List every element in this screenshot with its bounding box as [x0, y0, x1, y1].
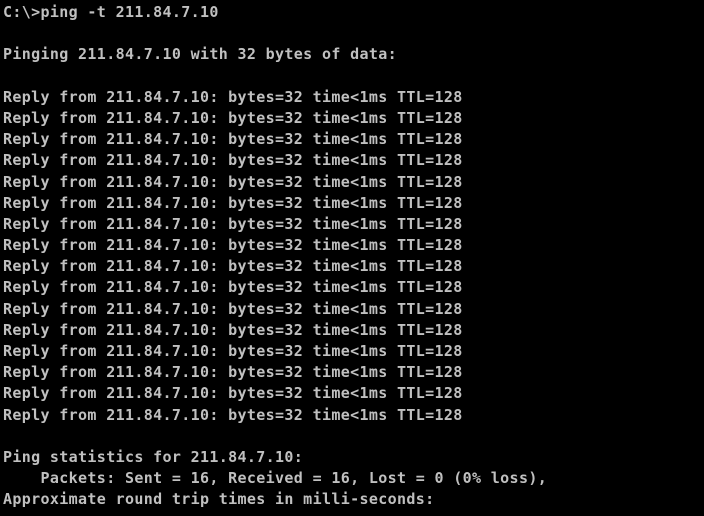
reply-line: Reply from 211.84.7.10: bytes=32 time<1m… — [3, 87, 463, 106]
reply-line: Reply from 211.84.7.10: bytes=32 time<1m… — [3, 193, 463, 212]
reply-line: Reply from 211.84.7.10: bytes=32 time<1m… — [3, 320, 463, 339]
reply-line: Reply from 211.84.7.10: bytes=32 time<1m… — [3, 363, 463, 382]
ping-header-line: Pinging 211.84.7.10 with 32 bytes of dat… — [3, 45, 397, 64]
reply-line: Reply from 211.84.7.10: bytes=32 time<1m… — [3, 299, 463, 318]
console-output: C:\>ping -t 211.84.7.10 Pinging 211.84.7… — [3, 2, 547, 511]
reply-line: Reply from 211.84.7.10: bytes=32 time<1m… — [3, 214, 463, 233]
reply-line: Reply from 211.84.7.10: bytes=32 time<1m… — [3, 405, 463, 424]
reply-line: Reply from 211.84.7.10: bytes=32 time<1m… — [3, 130, 463, 149]
reply-line: Reply from 211.84.7.10: bytes=32 time<1m… — [3, 172, 463, 191]
reply-line: Reply from 211.84.7.10: bytes=32 time<1m… — [3, 108, 463, 127]
reply-line: Reply from 211.84.7.10: bytes=32 time<1m… — [3, 342, 463, 360]
reply-line: Reply from 211.84.7.10: bytes=32 time<1m… — [3, 151, 463, 170]
reply-line: Reply from 211.84.7.10: bytes=32 time<1m… — [3, 384, 463, 403]
command-prompt-window[interactable]: C:\>ping -t 211.84.7.10 Pinging 211.84.7… — [0, 0, 704, 516]
reply-line: Reply from 211.84.7.10: bytes=32 time<1m… — [3, 278, 463, 297]
statistics-header-line: Ping statistics for 211.84.7.10: — [3, 447, 304, 466]
reply-line: Reply from 211.84.7.10: bytes=32 time<1m… — [3, 236, 463, 255]
packets-summary-line: Packets: Sent = 16, Received = 16, Lost … — [3, 469, 548, 488]
round-trip-header-line: Approximate round trip times in milli-se… — [3, 490, 435, 509]
command-line: C:\>ping -t 211.84.7.10 — [3, 3, 219, 21]
reply-line: Reply from 211.84.7.10: bytes=32 time<1m… — [3, 257, 463, 276]
